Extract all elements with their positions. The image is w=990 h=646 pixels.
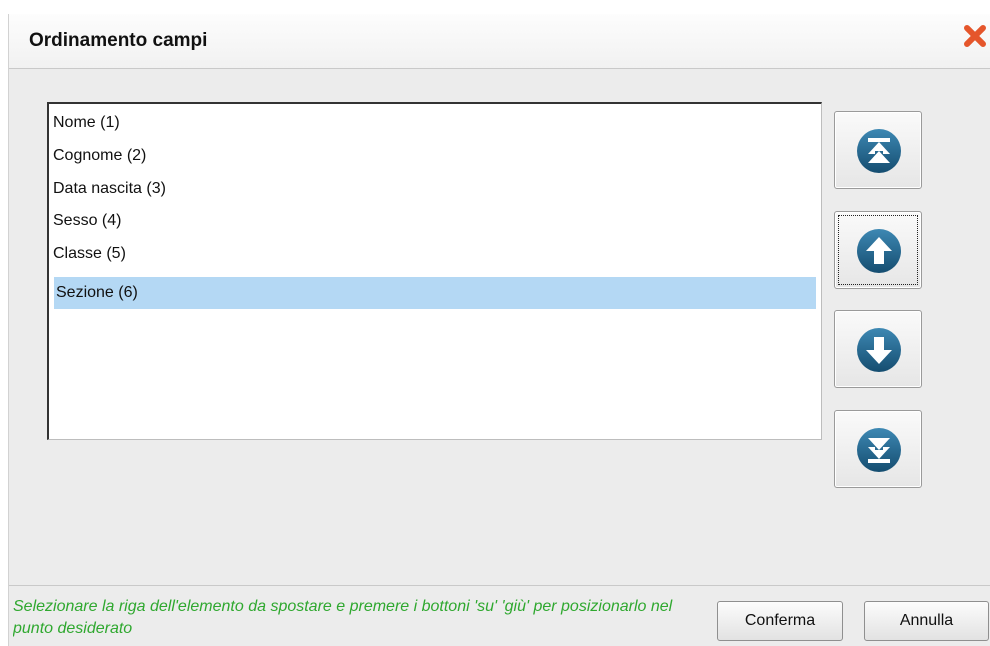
move-to-top-icon [857, 129, 901, 173]
list-item[interactable]: Cognome (2) [53, 143, 146, 169]
dialog: Ordinamento campi Nome (1) Cognome (2) D… [8, 14, 990, 646]
move-down-button[interactable] [834, 310, 922, 388]
move-up-button[interactable] [834, 211, 922, 289]
field-order-list[interactable]: Nome (1) Cognome (2) Data nascita (3) Se… [47, 102, 822, 440]
list-item[interactable]: Data nascita (3) [53, 176, 166, 202]
dialog-titlebar: Ordinamento campi [9, 14, 990, 69]
move-to-bottom-button[interactable] [834, 410, 922, 488]
close-button[interactable] [961, 22, 989, 50]
list-item[interactable]: Nome (1) [53, 110, 120, 136]
arrow-down-icon [857, 328, 901, 372]
close-icon [964, 25, 986, 47]
list-item[interactable]: Classe (5) [53, 241, 126, 267]
confirm-button[interactable]: Conferma [717, 601, 843, 641]
move-to-top-button[interactable] [834, 111, 922, 189]
footer-divider [9, 585, 990, 586]
cancel-button[interactable]: Annulla [864, 601, 989, 641]
arrow-up-icon [857, 229, 901, 273]
dialog-title: Ordinamento campi [29, 30, 208, 51]
instruction-hint: Selezionare la riga dell'elemento da spo… [13, 598, 673, 637]
move-to-bottom-icon [857, 428, 901, 472]
list-item[interactable]: Sesso (4) [53, 208, 121, 234]
list-item-selected[interactable]: Sezione (6) [54, 277, 816, 309]
